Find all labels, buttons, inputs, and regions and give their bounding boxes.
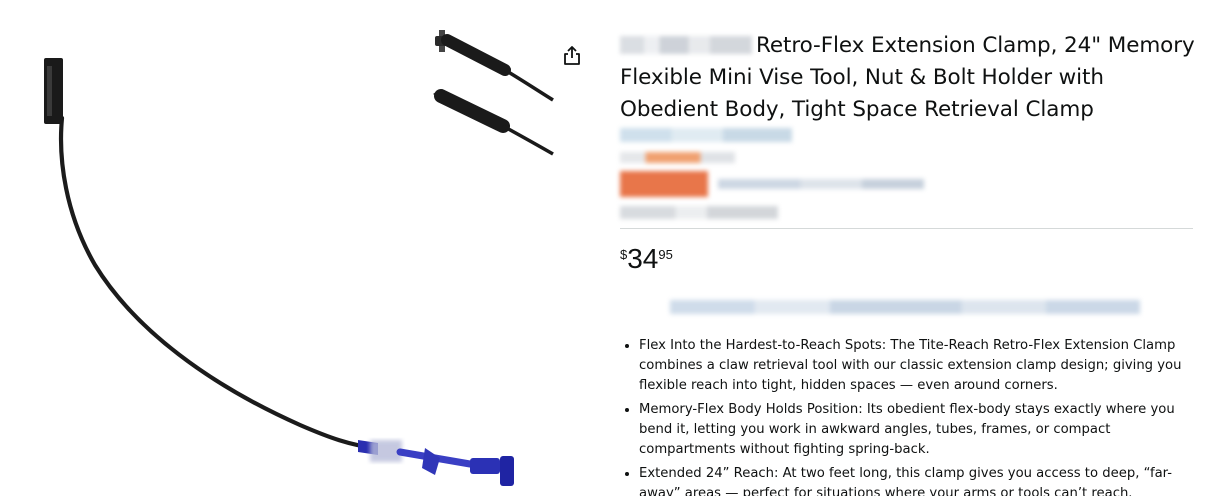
rating-redacted[interactable] <box>620 152 735 163</box>
feature-bullet: Flex Into the Hardest-to-Reach Spots: Th… <box>639 336 1209 396</box>
feature-bullets: Flex Into the Hardest-to-Reach Spots: Th… <box>620 336 1209 496</box>
badge-redacted[interactable] <box>620 171 708 197</box>
store-link-redacted[interactable] <box>620 128 792 142</box>
product-title: Retro-Flex Extension Clamp, 24" Memory F… <box>620 30 1195 126</box>
feature-bullet: Memory-Flex Body Holds Position: Its obe… <box>639 400 1209 460</box>
detail-thumbnail-image[interactable] <box>425 22 560 162</box>
price-fraction: 95 <box>658 247 673 262</box>
clamp-tip-closeup <box>433 30 554 156</box>
feature-bullet: Extended 24” Reach: At two feet long, th… <box>639 464 1209 496</box>
share-button[interactable] <box>560 44 584 68</box>
price: $ 34 95 <box>620 242 673 276</box>
price-whole: 34 <box>627 243 659 274</box>
brand-name-redacted <box>620 36 752 54</box>
price-currency-symbol: $ <box>620 247 628 262</box>
product-details: Retro-Flex Extension Clamp, 24" Memory F… <box>620 30 1195 496</box>
divider <box>620 228 1193 229</box>
promo-link-redacted[interactable] <box>670 300 1140 314</box>
badge-category-redacted[interactable] <box>718 179 924 189</box>
share-icon <box>564 46 580 65</box>
product-page: Retro-Flex Extension Clamp, 24" Memory F… <box>0 0 1215 496</box>
bought-count-redacted <box>620 206 778 219</box>
